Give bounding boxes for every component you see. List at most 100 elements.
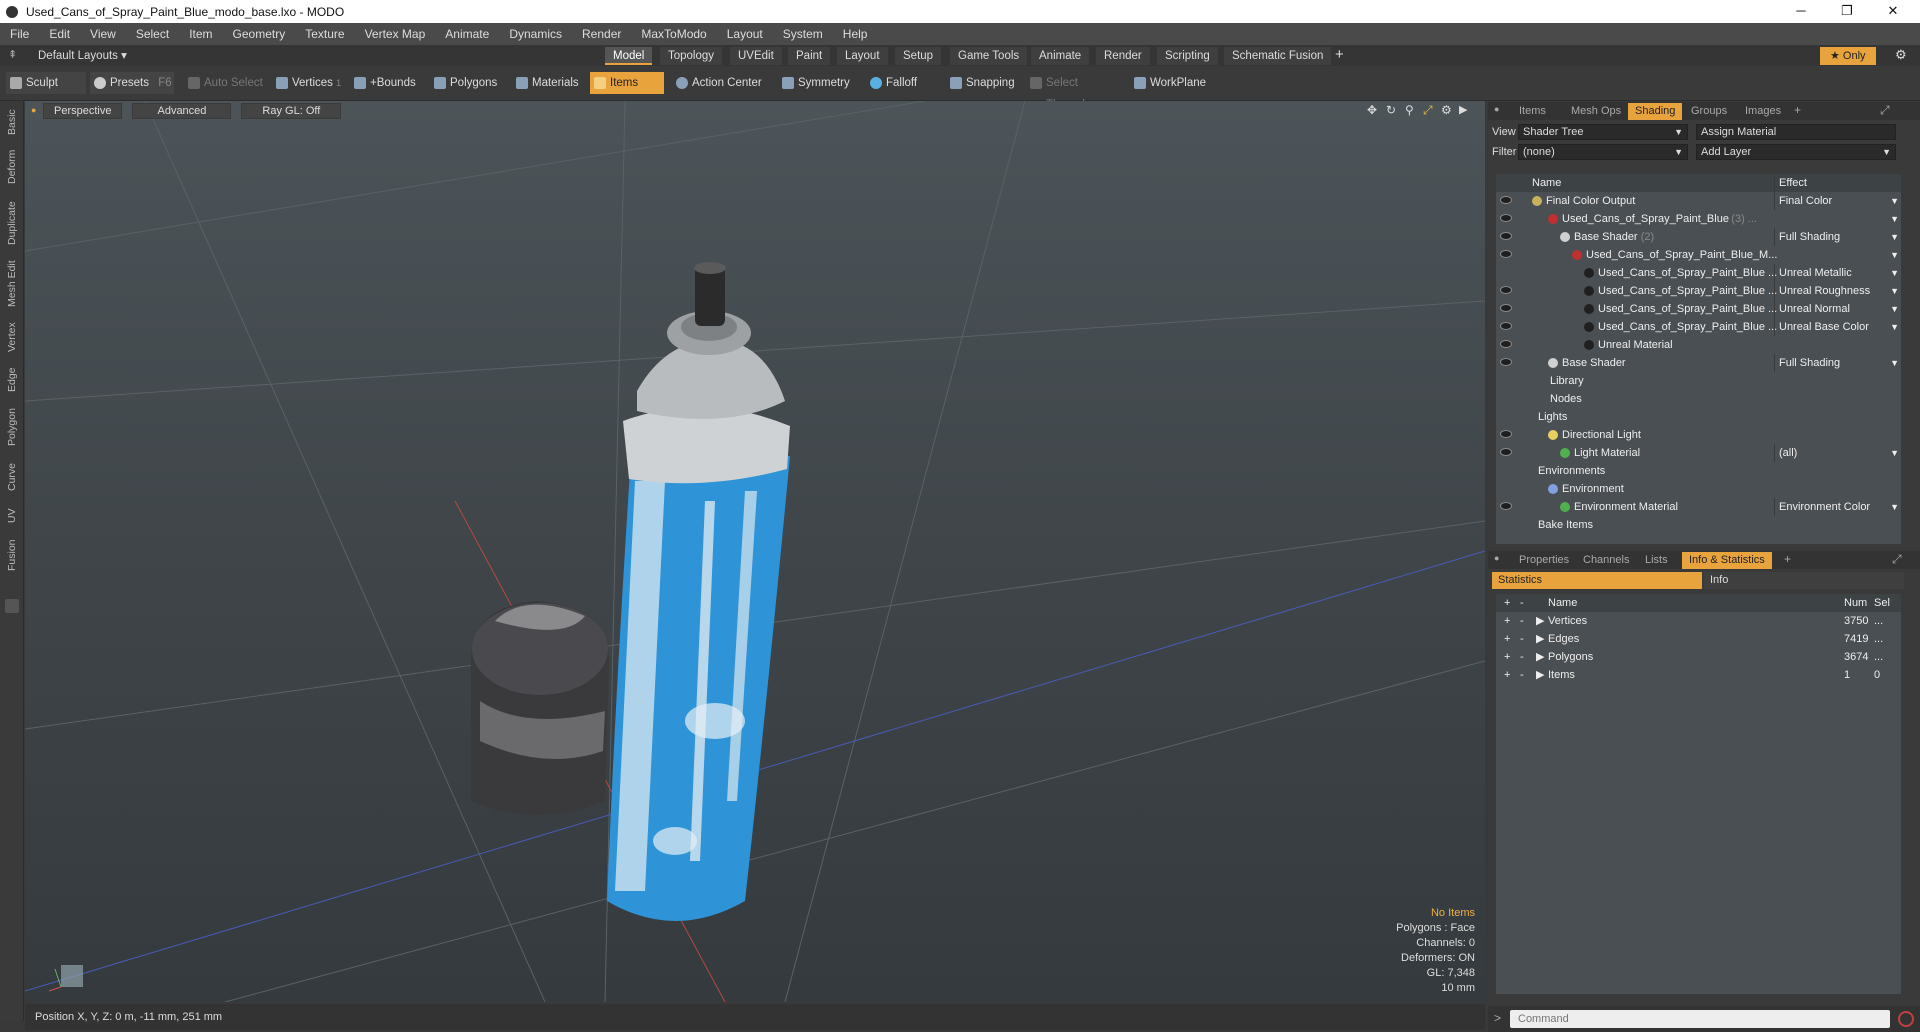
shader-layer-effect[interactable]: Full Shading ▼ (1774, 228, 1901, 246)
tab-mesh-ops[interactable]: Mesh Ops (1564, 103, 1628, 120)
dropdown-arrow-icon[interactable]: ▼ (1890, 282, 1899, 300)
tab-setup[interactable]: Setup (895, 47, 942, 65)
vertices-button[interactable]: Vertices 1 (272, 72, 344, 94)
tab-paint[interactable]: Paint (788, 47, 831, 65)
visibility-eye-icon[interactable] (1500, 430, 1512, 438)
expand-all-icon[interactable]: + (1504, 594, 1510, 612)
auto-select-button[interactable]: Auto Select (184, 72, 264, 94)
visibility-eye-icon[interactable] (1500, 214, 1512, 222)
tab-animate[interactable]: Animate (1031, 47, 1090, 65)
remove-from-selection-icon[interactable]: - (1520, 630, 1524, 648)
shader-layer-effect[interactable]: Full Shading ▼ (1774, 354, 1901, 372)
record-icon[interactable] (1898, 1011, 1914, 1027)
menu-dynamics[interactable]: Dynamics (499, 27, 572, 41)
menu-file[interactable]: File (0, 27, 39, 41)
menu-maxtomodo[interactable]: MaxToModo (631, 27, 716, 41)
tab-shading[interactable]: Shading (1628, 103, 1683, 120)
col-sel-header[interactable]: Sel (1874, 594, 1890, 612)
shader-layer-effect[interactable]: Environment Color ▼ (1774, 498, 1901, 516)
add-to-selection-icon[interactable]: + (1504, 630, 1510, 648)
tab-uvedit[interactable]: UVEdit (730, 47, 782, 65)
dropdown-arrow-icon[interactable]: ▼ (1890, 354, 1899, 372)
view-perspective-dropdown[interactable]: Perspective (43, 103, 123, 119)
shader-tree-row[interactable]: Lights (1496, 408, 1901, 426)
shader-tree-row[interactable]: Used_Cans_of_Spray_Paint_Blue_M... ▼ (1496, 246, 1901, 264)
shader-tree-row[interactable]: Light Material (all) ▼ (1496, 444, 1901, 462)
shader-layer-effect[interactable]: (all) ▼ (1774, 444, 1901, 462)
polygons-button[interactable]: Polygons (430, 72, 502, 94)
shader-tree-row[interactable]: Unreal Material (1496, 336, 1901, 354)
falloff-button[interactable]: Falloff (866, 72, 936, 94)
remove-from-selection-icon[interactable]: - (1520, 648, 1524, 666)
settings-gear-icon[interactable]: ⚙ (1895, 47, 1907, 63)
col-num-header[interactable]: Num (1844, 594, 1867, 612)
shader-layer-effect[interactable]: Final Color ▼ (1774, 192, 1901, 210)
sculpt-button[interactable]: Sculpt (6, 72, 86, 94)
viewport-expand-icon[interactable]: ▶ (1459, 103, 1467, 116)
vtab-duplicate[interactable]: Duplicate (2, 195, 22, 251)
layout-preset-dropdown[interactable]: Default Layouts ▾ (38, 48, 127, 62)
menu-system[interactable]: System (773, 27, 833, 41)
statistics-subtab[interactable]: Statistics (1492, 572, 1702, 589)
visibility-eye-icon[interactable] (1500, 448, 1512, 456)
col-effect-header[interactable]: Effect (1774, 174, 1901, 192)
vtab-deform[interactable]: Deform (2, 145, 22, 189)
stats-row[interactable]: + - ▶ Edges 7419... (1496, 630, 1901, 648)
fit-view-icon[interactable]: ⤢ (1423, 103, 1433, 118)
shader-tree-row[interactable]: Nodes (1496, 390, 1901, 408)
shader-layer-effect[interactable]: Unreal Base Color ▼ (1774, 318, 1901, 336)
tab-groups[interactable]: Groups (1684, 103, 1734, 120)
menu-vertex-map[interactable]: Vertex Map (355, 27, 436, 41)
dropdown-arrow-icon[interactable]: ▼ (1890, 300, 1899, 318)
expand-arrow-icon[interactable]: ▶ (1536, 630, 1544, 648)
menu-geometry[interactable]: Geometry (223, 27, 296, 41)
dropdown-arrow-icon[interactable]: ▼ (1890, 192, 1899, 210)
filter-dropdown[interactable]: (none) ▼ (1518, 144, 1688, 160)
dropdown-arrow-icon[interactable]: ▼ (1890, 498, 1899, 516)
zoom-view-icon[interactable]: ⚲ (1405, 103, 1414, 117)
tab-schematic-fusion[interactable]: Schematic Fusion (1224, 47, 1332, 65)
add-layer-dropdown[interactable]: Add Layer ▼ (1696, 144, 1896, 160)
viewport-settings-icon[interactable]: ⚙ (1441, 103, 1452, 117)
add-panel-tab-icon[interactable]: + (1784, 552, 1791, 566)
visibility-eye-icon[interactable] (1500, 322, 1512, 330)
tab-layout[interactable]: Layout (837, 47, 888, 65)
maximize-panel-icon[interactable]: ⤢ (1892, 552, 1902, 567)
shader-layer-effect[interactable]: Unreal Normal ▼ (1774, 300, 1901, 318)
vtab-basic[interactable]: Basic (2, 105, 22, 139)
vtab-vertex[interactable]: Vertex (2, 317, 22, 357)
visibility-eye-icon[interactable] (1500, 502, 1512, 510)
shader-tree-row[interactable]: Library (1496, 372, 1901, 390)
symmetry-button[interactable]: Symmetry (778, 72, 858, 94)
tab-model[interactable]: Model (605, 47, 653, 65)
shader-layer-effect[interactable]: Unreal Roughness ▼ (1774, 282, 1901, 300)
remove-from-selection-icon[interactable]: - (1520, 612, 1524, 630)
menu-animate[interactable]: Animate (435, 27, 499, 41)
menu-view[interactable]: View (80, 27, 126, 41)
add-to-selection-icon[interactable]: + (1504, 612, 1510, 630)
shader-tree-row[interactable]: Environments (1496, 462, 1901, 480)
add-to-selection-icon[interactable]: + (1504, 666, 1510, 684)
dropdown-arrow-icon[interactable]: ▼ (1890, 228, 1899, 246)
visibility-eye-icon[interactable] (1500, 196, 1512, 204)
menu-help[interactable]: Help (833, 27, 878, 41)
visibility-eye-icon[interactable] (1500, 250, 1512, 258)
maximize-panel-icon[interactable]: ⤢ (1880, 103, 1890, 118)
raygl-toggle[interactable]: Ray GL: Off (241, 103, 342, 119)
menu-edit[interactable]: Edit (39, 27, 80, 41)
items-button[interactable]: Items (590, 72, 664, 94)
command-input[interactable]: Command (1510, 1010, 1890, 1028)
shading-advanced-dropdown[interactable]: Advanced (132, 103, 232, 119)
shader-tree-row[interactable]: Final Color Output Final Color ▼ (1496, 192, 1901, 210)
materials-button[interactable]: Materials (512, 72, 584, 94)
tab-properties[interactable]: Properties (1512, 552, 1576, 569)
dropdown-arrow-icon[interactable]: ▼ (1890, 264, 1899, 282)
tab-game-tools[interactable]: Game Tools (950, 47, 1028, 65)
tab-lists[interactable]: Lists (1638, 552, 1675, 569)
tab-images[interactable]: Images (1738, 103, 1788, 120)
shader-tree-row[interactable]: Used_Cans_of_Spray_Paint_Blue ... Unreal … (1496, 264, 1901, 282)
panel-dot-icon[interactable]: ● (1494, 104, 1499, 114)
move-view-icon[interactable]: ✥ (1367, 103, 1377, 117)
panel-toggle-icon[interactable] (5, 599, 19, 613)
shader-tree-row[interactable]: Base Shader Full Shading ▼ (1496, 354, 1901, 372)
